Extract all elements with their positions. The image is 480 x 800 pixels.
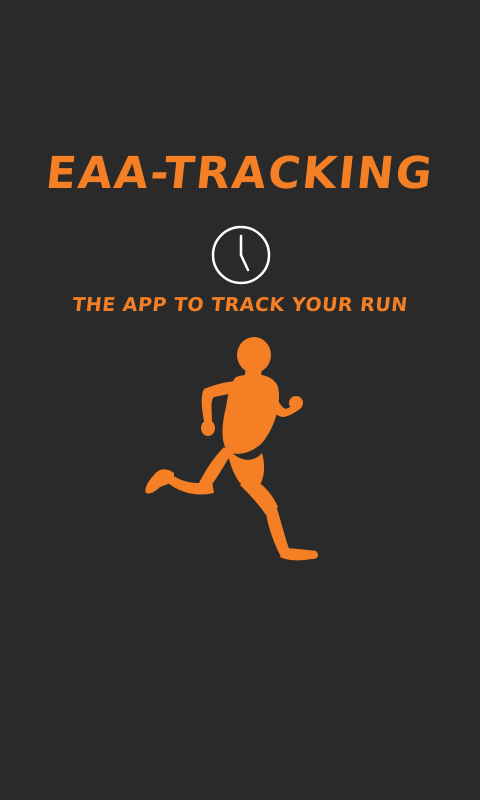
app-tagline: THE APP TO TRACK YOUR RUN	[71, 294, 409, 316]
runner-icon	[145, 337, 319, 561]
clock-icon	[211, 225, 271, 285]
app-title: EAA-TRACKING	[43, 148, 437, 199]
splash-screen: EAA-TRACKING THE APP TO TRACK YOUR RUN	[0, 0, 480, 800]
